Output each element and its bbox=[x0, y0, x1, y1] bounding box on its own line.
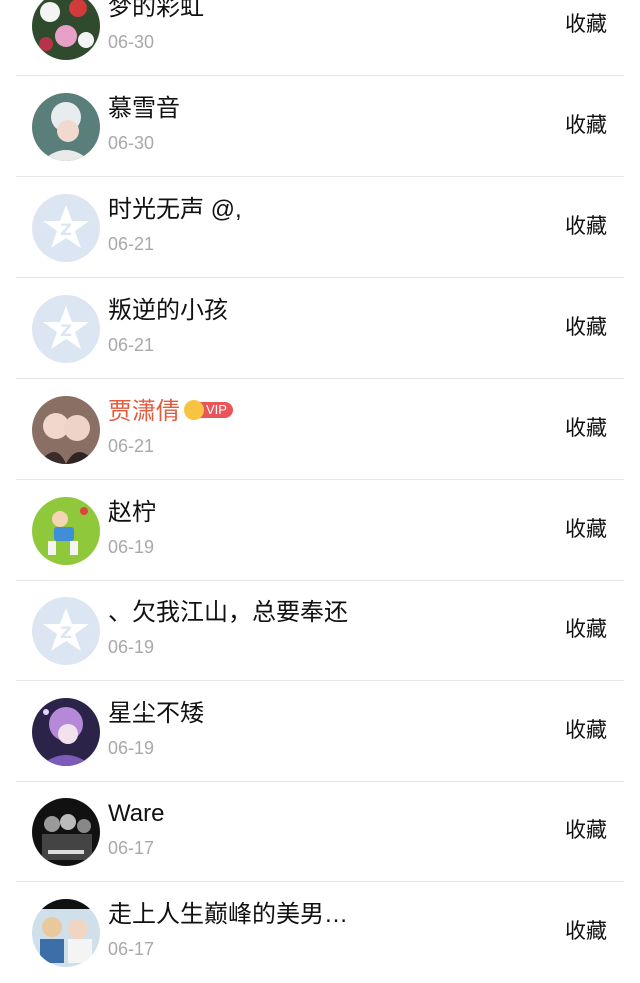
divider bbox=[16, 277, 624, 278]
message-date: 06-30 bbox=[108, 32, 155, 52]
message-date: 06-21 bbox=[108, 436, 155, 456]
svg-text:Z: Z bbox=[60, 623, 72, 642]
list-item[interactable]: 赵柠 06-19 收藏 bbox=[0, 481, 640, 581]
divider bbox=[16, 75, 624, 76]
avatar[interactable] bbox=[32, 798, 100, 866]
list-item[interactable]: 梦的彩虹 06-30 收藏 bbox=[0, 0, 640, 76]
favorite-button[interactable]: 收藏 bbox=[565, 113, 607, 139]
list-item[interactable]: Z 时光无声 @, 06-21 收藏 bbox=[0, 178, 640, 278]
favorite-button[interactable]: 收藏 bbox=[565, 818, 607, 844]
contact-name: 慕雪音 bbox=[108, 95, 180, 122]
divider bbox=[16, 881, 624, 882]
message-date: 06-30 bbox=[108, 133, 155, 153]
avatar[interactable] bbox=[32, 0, 100, 60]
avatar[interactable] bbox=[32, 93, 100, 161]
message-date: 06-19 bbox=[108, 637, 155, 657]
contact-name: Ware bbox=[108, 800, 165, 827]
svg-text:Z: Z bbox=[60, 321, 72, 340]
avatar[interactable] bbox=[32, 396, 100, 464]
divider bbox=[16, 680, 624, 681]
divider bbox=[16, 378, 624, 379]
list-item[interactable]: 星尘不矮 06-19 收藏 bbox=[0, 682, 640, 782]
message-date: 06-19 bbox=[108, 738, 155, 758]
list-item[interactable]: 慕雪音 06-30 收藏 bbox=[0, 77, 640, 177]
message-date: 06-21 bbox=[108, 335, 155, 355]
message-date: 06-17 bbox=[108, 939, 155, 959]
message-date: 06-19 bbox=[108, 537, 155, 557]
avatar[interactable] bbox=[32, 899, 100, 967]
contact-name: 叛逆的小孩 bbox=[108, 297, 228, 324]
vip-badge[interactable]: VIP bbox=[184, 399, 233, 420]
favorite-button[interactable]: 收藏 bbox=[565, 919, 607, 945]
favorite-button[interactable]: 收藏 bbox=[565, 214, 607, 240]
favorite-button[interactable]: 收藏 bbox=[565, 416, 607, 442]
contact-name: 时光无声 @, bbox=[108, 196, 242, 223]
favorite-button[interactable]: 收藏 bbox=[565, 517, 607, 543]
list-item[interactable]: 贾潇倩 VIP 06-21 收藏 bbox=[0, 380, 640, 480]
list-item[interactable]: Ware 06-17 收藏 bbox=[0, 782, 640, 882]
divider bbox=[16, 176, 624, 177]
contact-name: 走上人生巅峰的美男… bbox=[108, 901, 348, 928]
contact-name: 贾潇倩 VIP bbox=[108, 397, 233, 427]
avatar[interactable] bbox=[32, 698, 100, 766]
avatar[interactable] bbox=[32, 497, 100, 565]
favorite-button[interactable]: 收藏 bbox=[565, 315, 607, 341]
contact-name: 星尘不矮 bbox=[108, 700, 204, 727]
contact-name: 、欠我江山，总要奉还 bbox=[108, 599, 348, 626]
default-avatar-icon[interactable]: Z bbox=[32, 597, 100, 665]
list-item[interactable]: 走上人生巅峰的美男… 06-17 收藏 bbox=[0, 883, 640, 983]
contact-name-text: 贾潇倩 bbox=[108, 398, 180, 425]
default-avatar-icon[interactable]: Z bbox=[32, 295, 100, 363]
contact-name: 梦的彩虹 bbox=[108, 0, 204, 21]
contact-name: 赵柠 bbox=[108, 499, 156, 526]
favorite-button[interactable]: 收藏 bbox=[565, 12, 607, 38]
crown-icon bbox=[184, 399, 204, 420]
svg-text:Z: Z bbox=[60, 220, 72, 239]
message-date: 06-17 bbox=[108, 838, 155, 858]
default-avatar-icon[interactable]: Z bbox=[32, 194, 100, 262]
favorite-button[interactable]: 收藏 bbox=[565, 718, 607, 744]
message-date: 06-21 bbox=[108, 234, 155, 254]
divider bbox=[16, 479, 624, 480]
favorite-button[interactable]: 收藏 bbox=[565, 617, 607, 643]
list-item[interactable]: Z 叛逆的小孩 06-21 收藏 bbox=[0, 279, 640, 379]
favorites-list: 梦的彩虹 06-30 收藏 慕雪音 06-30 收藏 Z 时光无声 @, 06-… bbox=[0, 0, 640, 982]
list-item[interactable]: Z 、欠我江山，总要奉还 06-19 收藏 bbox=[0, 581, 640, 681]
